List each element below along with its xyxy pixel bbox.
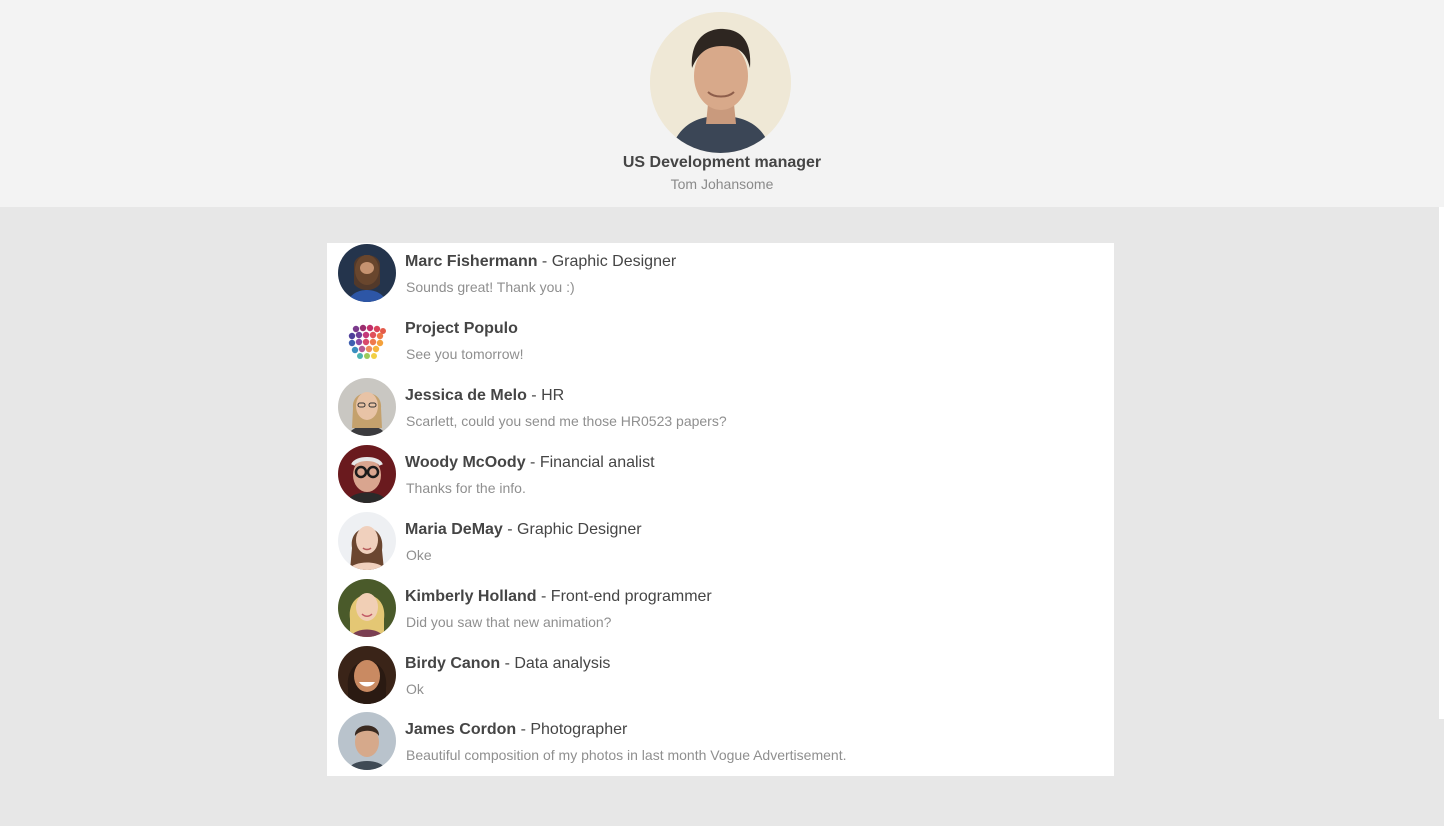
conversation-item[interactable]: James Cordon - Photographer Beautiful co… <box>327 711 1114 778</box>
conversation-item[interactable]: Kimberly Holland - Front-end programmer … <box>327 578 1114 645</box>
last-message: Thanks for the info. <box>406 480 526 496</box>
contact-role: Front-end programmer <box>550 588 712 605</box>
profile-title: US Development manager <box>622 154 822 171</box>
conversation-item[interactable]: Woody McOody - Financial analist Thanks … <box>327 444 1114 511</box>
name-role-separator: - <box>537 253 552 270</box>
name-role-separator: - <box>536 588 551 605</box>
last-message: Oke <box>406 547 432 563</box>
contact-name: James Cordon <box>405 721 517 738</box>
contact-role: Graphic Designer <box>517 521 642 538</box>
avatar <box>338 512 396 570</box>
last-message: See you tomorrow! <box>406 346 524 362</box>
name-role-separator: - <box>526 387 542 404</box>
contact-name: Jessica de Melo <box>405 387 527 404</box>
contact-name: Woody McOody <box>405 454 526 471</box>
last-message: Sounds great! Thank you :) <box>406 279 575 295</box>
conversation-item[interactable]: Maria DeMay - Graphic Designer Oke <box>327 511 1114 578</box>
contact-role: Data analysis <box>514 655 611 672</box>
contact-role: Graphic Designer <box>551 253 677 270</box>
last-message: Did you saw that new animation? <box>406 614 612 630</box>
contact-name: Project Populo <box>405 320 518 337</box>
avatar <box>338 445 396 503</box>
name-role-separator: - <box>500 655 515 672</box>
avatar <box>338 579 396 637</box>
name-role-separator: - <box>516 721 531 738</box>
scrollbar[interactable] <box>1439 207 1444 719</box>
contact-role: HR <box>541 387 565 404</box>
contact-role: Photographer <box>530 721 628 738</box>
profile-header: US Development manager Tom Johansome <box>0 0 1444 207</box>
profile-name: Tom Johansome <box>670 176 774 192</box>
contact-name: Maria DeMay <box>405 521 503 538</box>
conversation-item[interactable]: Marc Fishermann - Graphic Designer Sound… <box>327 243 1114 310</box>
last-message: Ok <box>406 681 424 697</box>
name-role-separator: - <box>525 454 540 471</box>
contact-name: Kimberly Holland <box>405 588 537 605</box>
avatar <box>338 244 396 302</box>
avatar <box>338 378 396 436</box>
conversation-list: Marc Fishermann - Graphic Designer Sound… <box>327 243 1114 776</box>
avatar <box>338 712 396 770</box>
conversation-item[interactable]: Project Populo See you tomorrow! <box>327 310 1114 377</box>
name-role-separator: - <box>502 521 518 538</box>
last-message: Scarlett, could you send me those HR0523… <box>406 413 727 429</box>
conversation-item[interactable]: Birdy Canon - Data analysis Ok <box>327 645 1114 712</box>
avatar <box>338 646 396 704</box>
conversation-item[interactable]: Jessica de Melo - HR Scarlett, could you… <box>327 377 1114 444</box>
project-logo <box>338 311 396 369</box>
last-message: Beautiful composition of my photos in la… <box>406 747 847 763</box>
profile-avatar[interactable] <box>650 12 791 153</box>
contact-name: Marc Fishermann <box>405 253 538 270</box>
contact-role: Financial analist <box>539 454 655 471</box>
contact-name: Birdy Canon <box>405 655 501 672</box>
